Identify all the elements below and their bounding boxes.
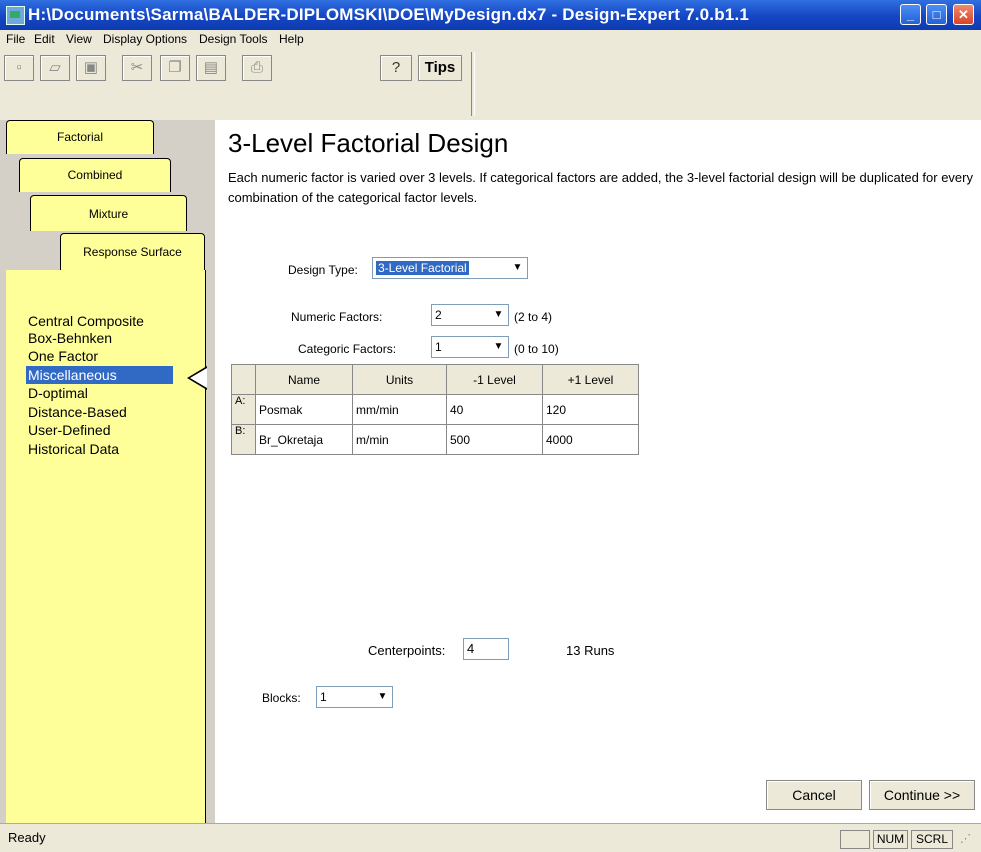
- table-corner: [231, 364, 256, 395]
- chevron-down-icon[interactable]: ▼: [509, 259, 526, 277]
- nav-d-optimal[interactable]: D-optimal: [28, 384, 88, 402]
- factor-high-cell[interactable]: 120: [542, 394, 639, 425]
- factor-name-cell[interactable]: Posmak: [255, 394, 353, 425]
- numeric-factors-select[interactable]: 2 ▼: [431, 304, 509, 326]
- toolbar-separator: [471, 52, 475, 116]
- categoric-factors-value: 1: [435, 340, 442, 354]
- save-icon[interactable]: ▣: [76, 55, 106, 81]
- factor-name-cell[interactable]: Br_Okretaja: [255, 424, 353, 455]
- factor-table: Name Units -1 Level +1 Level A: Posmak m…: [231, 364, 639, 455]
- blocks-label: Blocks:: [262, 691, 301, 705]
- open-folder-icon[interactable]: ▱: [40, 55, 70, 81]
- nav-one-factor[interactable]: One Factor: [28, 347, 98, 365]
- nav-miscellaneous[interactable]: Miscellaneous: [26, 366, 173, 384]
- nav-central-composite[interactable]: Central Composite: [28, 312, 144, 330]
- copy-icon[interactable]: ❐: [160, 55, 190, 81]
- tab-combined[interactable]: Combined: [19, 158, 171, 192]
- status-indicator-blank: [840, 830, 870, 849]
- chevron-down-icon[interactable]: ▼: [490, 306, 507, 324]
- menu-design-tools[interactable]: Design Tools: [199, 32, 267, 46]
- minimize-button[interactable]: _: [900, 4, 921, 25]
- numeric-factors-value: 2: [435, 308, 442, 322]
- nav-distance-based[interactable]: Distance-Based: [28, 403, 127, 421]
- cancel-button[interactable]: Cancel: [766, 780, 862, 810]
- blocks-value: 1: [320, 690, 327, 704]
- menu-file[interactable]: File: [6, 32, 25, 46]
- chevron-down-icon[interactable]: ▼: [490, 338, 507, 356]
- factor-low-cell[interactable]: 40: [446, 394, 543, 425]
- table-row: B: Br_Okretaja m/min 500 4000: [231, 424, 639, 455]
- factor-units-cell[interactable]: mm/min: [352, 394, 447, 425]
- design-type-select[interactable]: 3-Level Factorial ▼: [372, 257, 528, 279]
- categoric-factors-label: Categoric Factors:: [298, 342, 397, 356]
- column-header-name: Name: [255, 364, 353, 395]
- table-row: A: Posmak mm/min 40 120: [231, 394, 639, 425]
- centerpoints-input[interactable]: 4: [463, 638, 509, 660]
- cut-icon[interactable]: ✂: [122, 55, 152, 81]
- window-title: H:\Documents\Sarma\BALDER-DIPLOMSKI\DOE\…: [28, 5, 750, 24]
- num-lock-indicator: NUM: [873, 830, 908, 849]
- status-text: Ready: [8, 830, 46, 845]
- column-header-high-level: +1 Level: [542, 364, 639, 395]
- nav-user-defined[interactable]: User-Defined: [28, 421, 110, 439]
- factor-units-cell[interactable]: m/min: [352, 424, 447, 455]
- runs-count: 13 Runs: [566, 643, 615, 658]
- help-question-icon[interactable]: ?: [380, 55, 412, 81]
- menu-edit[interactable]: Edit: [34, 32, 55, 46]
- factor-low-cell[interactable]: 500: [446, 424, 543, 455]
- column-header-units: Units: [352, 364, 447, 395]
- main-panel: [215, 120, 981, 823]
- categoric-factors-select[interactable]: 1 ▼: [431, 336, 509, 358]
- title-bar: H:\Documents\Sarma\BALDER-DIPLOMSKI\DOE\…: [0, 0, 981, 30]
- row-id: B:: [231, 424, 256, 455]
- design-type-value: 3-Level Factorial: [376, 261, 469, 275]
- nav-box-behnken[interactable]: Box-Behnken: [28, 329, 112, 347]
- blocks-select[interactable]: 1 ▼: [316, 686, 393, 708]
- scroll-lock-indicator: SCRL: [911, 830, 953, 849]
- chevron-down-icon[interactable]: ▼: [374, 688, 391, 706]
- numeric-factors-label: Numeric Factors:: [291, 310, 383, 324]
- nav-historical-data[interactable]: Historical Data: [28, 440, 119, 458]
- page-title: 3-Level Factorial Design: [228, 128, 509, 158]
- maximize-button[interactable]: □: [926, 4, 947, 25]
- close-button[interactable]: ✕: [953, 4, 974, 25]
- menu-help[interactable]: Help: [279, 32, 304, 46]
- status-bar: Ready NUM SCRL ⋰: [0, 823, 981, 852]
- print-icon[interactable]: ⎙: [242, 55, 272, 81]
- categoric-factors-range: (0 to 10): [514, 342, 559, 356]
- factor-high-cell[interactable]: 4000: [542, 424, 639, 455]
- new-file-icon[interactable]: ▫: [4, 55, 34, 81]
- design-description: Each numeric factor is varied over 3 lev…: [228, 170, 973, 205]
- design-type-label: Design Type:: [288, 263, 358, 277]
- tab-mixture[interactable]: Mixture: [30, 195, 187, 231]
- table-header-row: Name Units -1 Level +1 Level: [231, 364, 639, 395]
- paste-icon[interactable]: ▤: [196, 55, 226, 81]
- column-header-low-level: -1 Level: [446, 364, 543, 395]
- menu-bar: File Edit View Display Options Design To…: [0, 30, 981, 48]
- tab-factorial[interactable]: Factorial: [6, 120, 154, 154]
- numeric-factors-range: (2 to 4): [514, 310, 553, 324]
- row-id: A:: [231, 394, 256, 425]
- menu-view[interactable]: View: [66, 32, 92, 46]
- menu-display-options[interactable]: Display Options: [103, 32, 187, 46]
- selection-pointer-icon: [187, 366, 207, 390]
- app-icon: [6, 6, 25, 25]
- continue-button[interactable]: Continue >>: [869, 780, 975, 810]
- centerpoints-label: Centerpoints:: [368, 643, 446, 658]
- tab-response-surface[interactable]: Response Surface: [60, 233, 205, 271]
- tips-button[interactable]: Tips: [418, 55, 462, 81]
- resize-grip-icon[interactable]: ⋰: [960, 832, 971, 845]
